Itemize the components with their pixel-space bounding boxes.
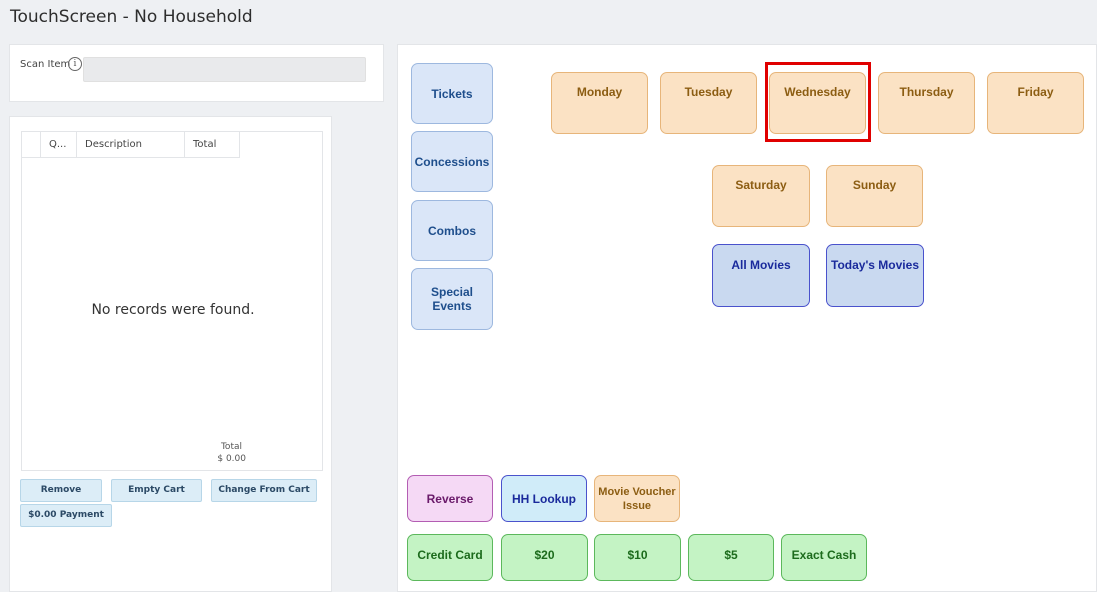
- cart-grid-header: Q... Description Total: [22, 132, 240, 158]
- movie-voucher-issue-button[interactable]: Movie Voucher Issue: [594, 475, 680, 522]
- wednesday-highlight-box: [765, 62, 871, 142]
- remove-button[interactable]: Remove: [20, 479, 102, 502]
- concessions-button[interactable]: Concessions: [411, 131, 493, 192]
- todays-movies-button[interactable]: Today's Movies: [826, 244, 924, 307]
- credit-card-button[interactable]: Credit Card: [407, 534, 493, 581]
- hh-lookup-button[interactable]: HH Lookup: [501, 475, 587, 522]
- sunday-button[interactable]: Sunday: [826, 165, 923, 227]
- special-events-button[interactable]: Special Events: [411, 268, 493, 330]
- twenty-dollar-button[interactable]: $20: [501, 534, 588, 581]
- ten-dollar-button[interactable]: $10: [594, 534, 681, 581]
- total-value: $ 0.00: [217, 454, 246, 464]
- combos-button[interactable]: Combos: [411, 200, 493, 261]
- column-quantity[interactable]: Q...: [41, 132, 77, 158]
- scan-item-input[interactable]: [83, 57, 366, 82]
- friday-button[interactable]: Friday: [987, 72, 1084, 134]
- saturday-button[interactable]: Saturday: [712, 165, 810, 227]
- all-movies-button[interactable]: All Movies: [712, 244, 810, 307]
- info-icon[interactable]: i: [68, 57, 82, 71]
- empty-cart-button[interactable]: Empty Cart: [111, 479, 202, 502]
- page-title: TouchScreen - No Household: [10, 7, 253, 27]
- change-from-cart-button[interactable]: Change From Cart: [211, 479, 317, 502]
- empty-message: No records were found.: [91, 302, 255, 318]
- reverse-button[interactable]: Reverse: [407, 475, 493, 522]
- column-description[interactable]: Description: [77, 132, 185, 158]
- cart-grid: Q... Description Total No records were f…: [21, 131, 323, 471]
- payment-button[interactable]: $0.00 Payment: [20, 504, 112, 527]
- monday-button[interactable]: Monday: [551, 72, 648, 134]
- exact-cash-button[interactable]: Exact Cash: [781, 534, 867, 581]
- scan-panel: Scan Item i: [9, 44, 384, 102]
- cart-panel: Q... Description Total No records were f…: [9, 116, 332, 592]
- grid-select-column[interactable]: [22, 132, 41, 158]
- five-dollar-button[interactable]: $5: [688, 534, 774, 581]
- column-total[interactable]: Total: [185, 132, 240, 158]
- tuesday-button[interactable]: Tuesday: [660, 72, 757, 134]
- total-label: Total: [220, 442, 242, 452]
- thursday-button[interactable]: Thursday: [878, 72, 975, 134]
- tickets-button[interactable]: Tickets: [411, 63, 493, 124]
- scan-item-label: Scan Item: [20, 59, 71, 70]
